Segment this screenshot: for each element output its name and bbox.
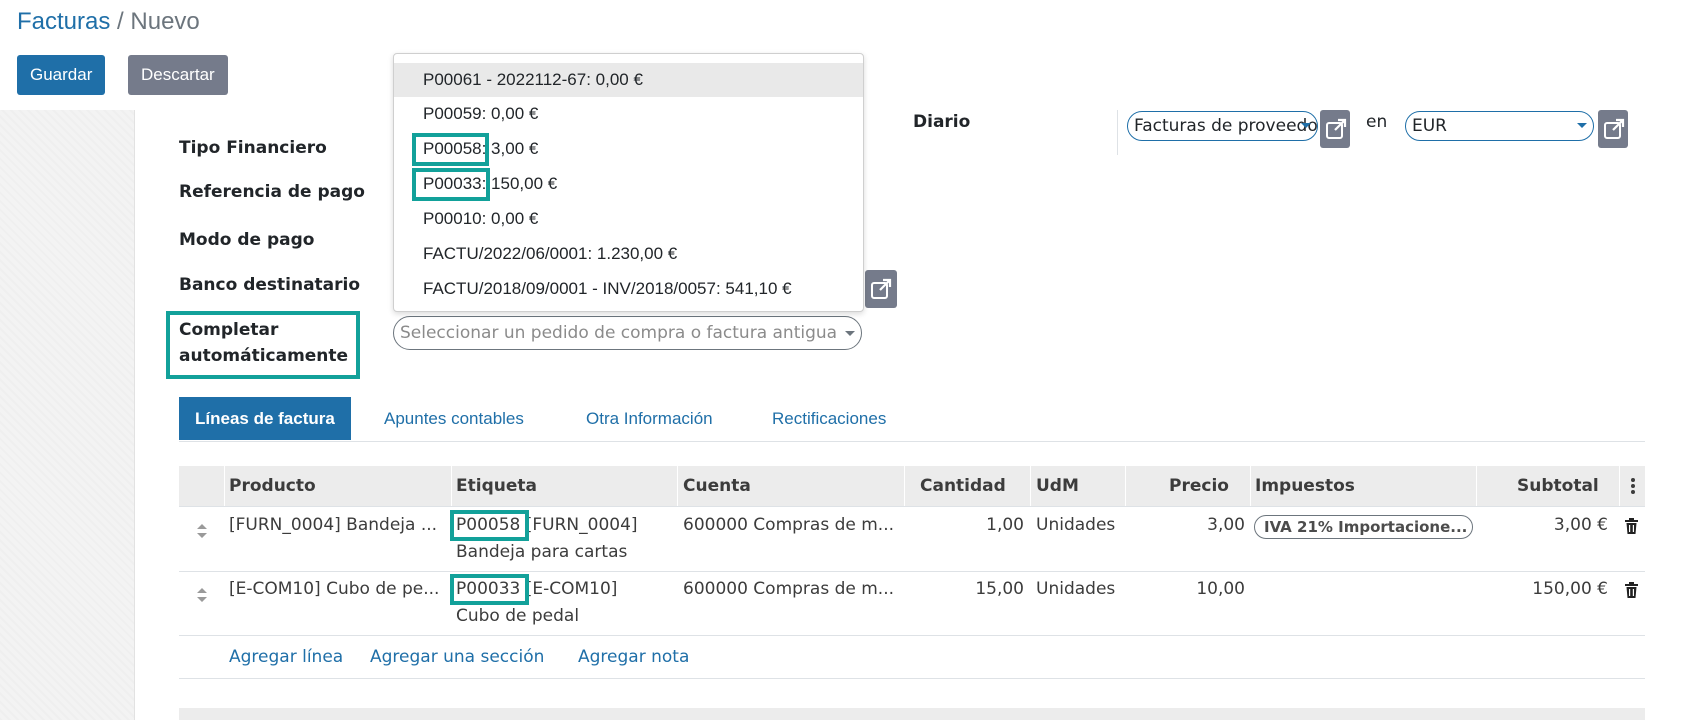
label-en: en (1366, 112, 1388, 132)
tax-badge[interactable]: IVA 21% Importacione... (1254, 515, 1473, 539)
breadcrumb: Facturas / Nuevo (17, 8, 200, 36)
highlight-box-completar (166, 311, 360, 379)
cell-precio[interactable]: 10,00 (1125, 579, 1245, 599)
add-note-link[interactable]: Agregar nota (578, 647, 689, 667)
header-producto[interactable]: Producto (229, 466, 316, 506)
header-etiqueta[interactable]: Etiqueta (456, 466, 537, 506)
table-header: Producto Etiqueta Cuenta Cantidad UdM Pr… (179, 466, 1645, 507)
save-button[interactable]: Guardar (17, 55, 106, 95)
header-impuestos[interactable]: Impuestos (1255, 466, 1355, 506)
highlight-box-p00033 (412, 168, 490, 201)
breadcrumb-facturas-link[interactable]: Facturas (17, 8, 110, 35)
diario-select-value: Facturas de proveedores (1134, 116, 1318, 136)
autocomplete-select[interactable]: Seleccionar un pedido de compra o factur… (393, 316, 862, 350)
autocomplete-placeholder: Seleccionar un pedido de compra o factur… (400, 323, 838, 343)
kebab-menu-icon[interactable] (1630, 478, 1636, 494)
currency-select-value: EUR (1412, 116, 1447, 136)
cell-cantidad[interactable]: 15,00 (904, 579, 1024, 599)
chevron-down-icon (1301, 123, 1311, 128)
cell-subtotal: 3,00 € (1553, 515, 1608, 535)
breadcrumb-current: Nuevo (130, 8, 200, 35)
highlight-box-p00058 (412, 133, 489, 166)
etiqueta-code: [FURN_0004] (525, 515, 638, 535)
highlight-box-row2-ref (450, 574, 529, 605)
label-referencia-pago: Referencia de pago (179, 182, 365, 202)
external-link-icon (1604, 118, 1625, 139)
header-subtotal[interactable]: Subtotal (1517, 466, 1599, 506)
diario-external-link-button[interactable] (1320, 110, 1350, 148)
label-banco-destinatario: Banco destinatario (179, 275, 361, 295)
dropdown-item[interactable]: FACTU/2018/09/0001 - INV/2018/0057: 541,… (394, 272, 863, 306)
trash-icon[interactable] (1625, 518, 1638, 534)
trash-icon[interactable] (1625, 582, 1638, 598)
header-precio[interactable]: Precio (1169, 466, 1229, 506)
cell-producto[interactable]: [FURN_0004] Bandeja ... (229, 515, 447, 535)
cell-etiqueta-line2[interactable]: Cubo de pedal (456, 606, 579, 626)
add-line-link[interactable]: Agregar línea (229, 647, 343, 667)
dropdown-item[interactable]: P00059: 0,00 € (394, 97, 863, 131)
chevron-down-icon (845, 331, 855, 336)
label-tipo-financiero: Tipo Financiero (179, 138, 327, 158)
header-cantidad[interactable]: Cantidad (920, 466, 1006, 506)
external-link-icon (871, 278, 892, 299)
cell-precio[interactable]: 3,00 (1125, 515, 1245, 535)
tab-rectificaciones[interactable]: Rectificaciones (772, 397, 886, 440)
add-section-link[interactable]: Agregar una sección (370, 647, 544, 667)
autocomplete-dropdown: P00061 - 2022112-67: 0,00 € P00059: 0,00… (393, 53, 864, 312)
cell-subtotal: 150,00 € (1532, 579, 1608, 599)
background-area (0, 110, 134, 720)
dropdown-item[interactable]: P00061 - 2022112-67: 0,00 € (394, 63, 863, 97)
cell-udm[interactable]: Unidades (1036, 579, 1115, 599)
divider (1117, 110, 1118, 155)
dropdown-item[interactable]: FACTU/2022/06/0001: 1.230,00 € (394, 237, 863, 271)
tab-otra-informacion[interactable]: Otra Información (586, 397, 713, 440)
cell-udm[interactable]: Unidades (1036, 515, 1115, 535)
diario-select[interactable]: Facturas de proveedores (1127, 111, 1318, 141)
notebook-tabs: Líneas de factura Apuntes contables Otra… (179, 397, 1645, 442)
etiqueta-code: [E-COM10] (525, 579, 618, 599)
table-row[interactable]: [E-COM10] Cubo de pe... P00033 [E-COM10]… (179, 571, 1645, 636)
cell-cuenta[interactable]: 600000 Compras de m... (683, 579, 901, 599)
label-diario: Diario (913, 112, 971, 132)
currency-select[interactable]: EUR (1405, 111, 1594, 141)
currency-external-link-button[interactable] (1598, 110, 1628, 148)
cell-etiqueta-line2[interactable]: Bandeja para cartas (456, 542, 627, 562)
cell-cantidad[interactable]: 1,00 (904, 515, 1024, 535)
drag-handle-icon[interactable] (196, 523, 208, 539)
tab-apuntes-contables[interactable]: Apuntes contables (384, 397, 524, 440)
tab-lineas-factura[interactable]: Líneas de factura (179, 397, 351, 440)
cell-cuenta[interactable]: 600000 Compras de m... (683, 515, 901, 535)
table-row[interactable]: [FURN_0004] Bandeja ... P00058 [FURN_000… (179, 507, 1645, 572)
dropdown-item[interactable]: P00010: 0,00 € (394, 202, 863, 236)
header-cuenta[interactable]: Cuenta (683, 466, 751, 506)
label-modo-pago: Modo de pago (179, 230, 315, 250)
highlight-box-row1-ref (450, 510, 529, 541)
drag-handle-icon[interactable] (196, 587, 208, 603)
breadcrumb-separator: / (110, 8, 131, 35)
chevron-down-icon (1577, 123, 1587, 128)
external-link-icon (1326, 118, 1347, 139)
footer-bar (179, 708, 1645, 720)
add-line-row: Agregar línea Agregar una sección Agrega… (179, 640, 1645, 679)
discard-button[interactable]: Descartar (128, 55, 228, 95)
cell-producto[interactable]: [E-COM10] Cubo de pe... (229, 579, 447, 599)
header-udm[interactable]: UdM (1036, 466, 1079, 506)
banco-external-link-button[interactable] (865, 270, 897, 308)
